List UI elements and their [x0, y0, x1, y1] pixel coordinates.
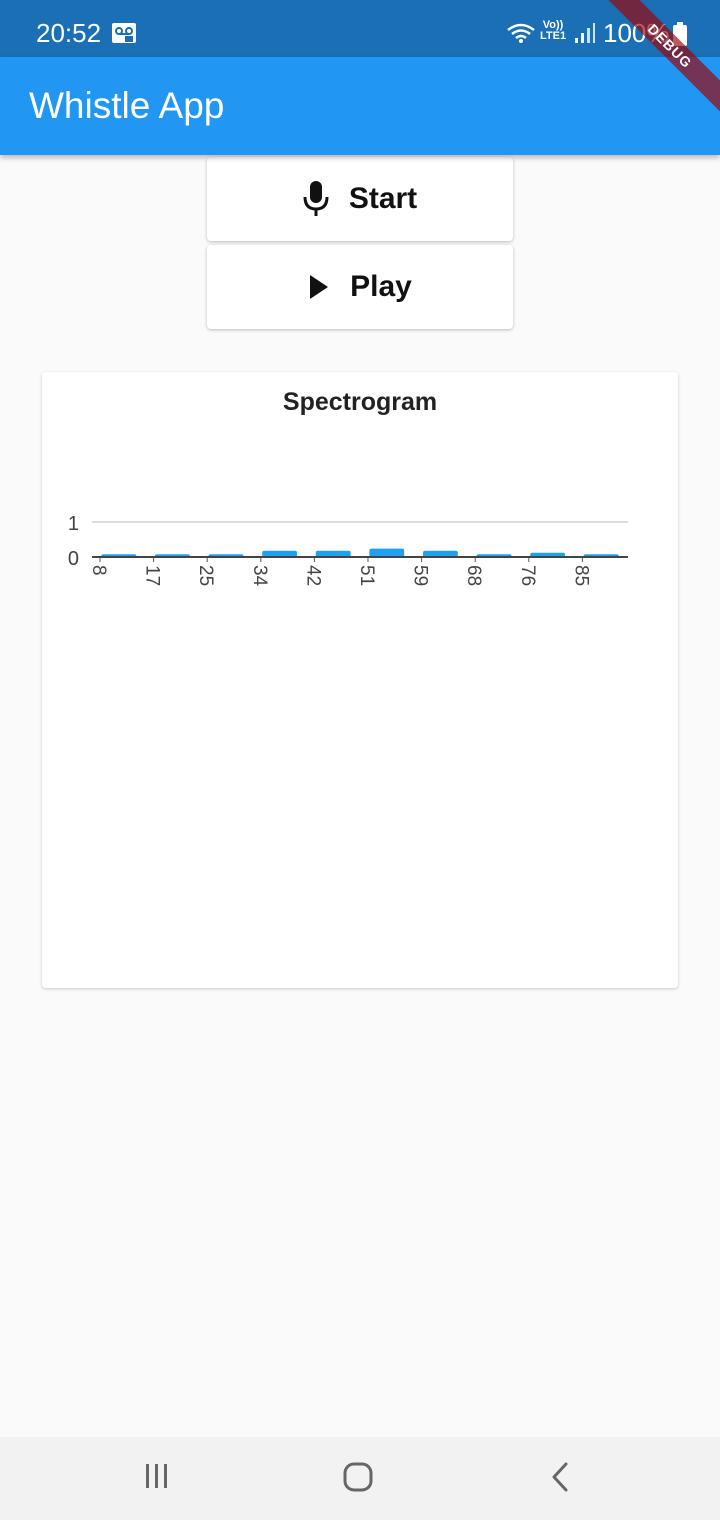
status-time: 20:52	[36, 18, 102, 48]
play-icon	[310, 275, 329, 299]
x-tick-label: 25	[195, 565, 216, 586]
status-bar: 20:52 Vo)) LTE1 100%	[0, 0, 720, 57]
x-tick-label: 42	[302, 565, 323, 586]
x-tick-label: 68	[463, 565, 484, 586]
play-button-label: Play	[350, 270, 412, 303]
microphone-icon	[303, 181, 329, 216]
voicemail-icon	[112, 23, 136, 43]
app-title: Whistle App	[29, 85, 225, 126]
start-button[interactable]: Start	[207, 157, 513, 241]
spectrogram-chart: 0 1 8 17 25 34 42 51 59 68 76 85	[68, 513, 628, 587]
recent-apps-icon[interactable]	[143, 1461, 171, 1491]
x-tick-label: 85	[570, 565, 591, 586]
signal-icon	[575, 23, 595, 43]
chart-bar	[369, 548, 405, 557]
y-tick-label: 1	[68, 513, 79, 535]
x-tick-label: 17	[142, 565, 163, 586]
navigation-bar	[0, 1437, 720, 1520]
app-bar: Whistle App	[0, 57, 720, 155]
x-tick-label: 51	[356, 565, 377, 586]
volte-icon: Vo)) LTE1	[540, 20, 566, 42]
start-button-label: Start	[348, 182, 418, 215]
y-tick-label: 0	[68, 548, 79, 570]
x-tick-label: 59	[410, 565, 431, 586]
home-icon[interactable]	[342, 1461, 374, 1493]
spectrogram-card: Spectrogram 0 1 8 17 25 34 42 51 59 68 76 85	[42, 372, 678, 988]
volte-line2: LTE1	[540, 30, 567, 42]
x-tick-label: 8	[88, 565, 109, 576]
play-button[interactable]: Play	[207, 245, 513, 329]
x-tick-label: 76	[517, 565, 538, 586]
wifi-icon	[507, 23, 535, 43]
back-icon[interactable]	[548, 1461, 572, 1493]
x-tick-label: 34	[249, 565, 270, 587]
